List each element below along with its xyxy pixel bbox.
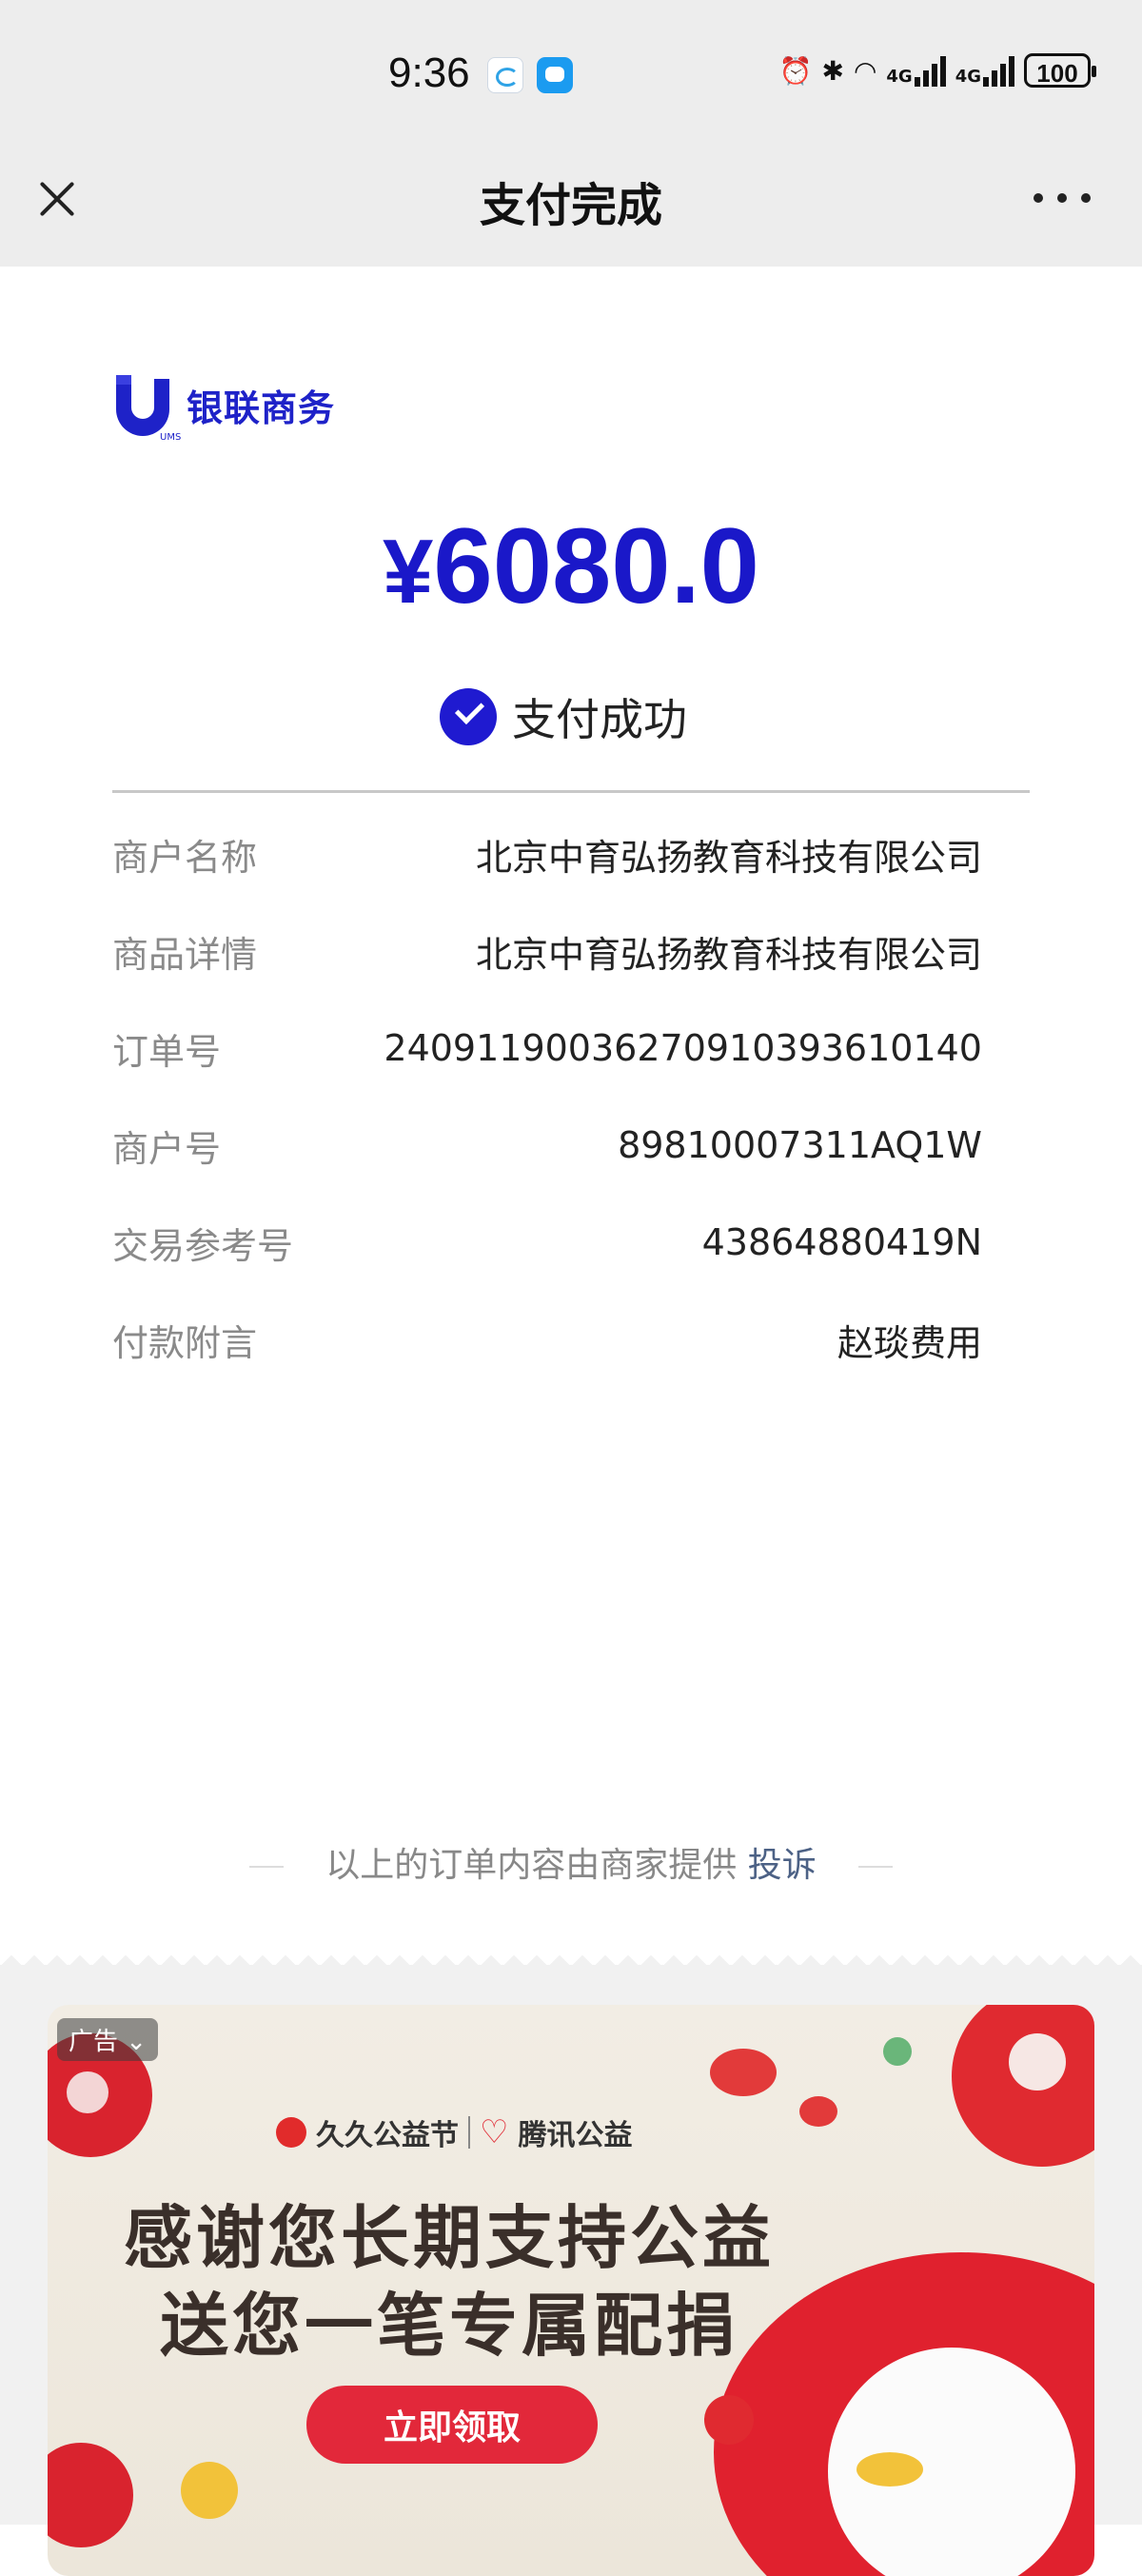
ad-brand-2: 腾讯公益: [518, 2119, 633, 2152]
merchant-logo: 银联商务 UMS: [112, 371, 336, 443]
bluetooth-icon: ✱: [821, 54, 844, 87]
status-icons: ⏰ ✱ ◠ 4G 4G 100: [778, 53, 1096, 88]
network-label-1: 4G: [886, 67, 913, 87]
detail-value: 北京中育弘扬教育科技有限公司: [475, 933, 982, 976]
payment-status-text: 支付成功: [512, 694, 687, 745]
ad-banner[interactable]: 广告 ⌄ 久久公益节 ♡ 腾讯公益 感谢您长期支持公益 送您一笔专属配捐 立即领…: [48, 2005, 1094, 2576]
status-time: 9:36: [388, 50, 470, 96]
ad-tag-label: 广告: [69, 2028, 119, 2056]
ums-logo-icon: [116, 375, 169, 436]
detail-value: 24091190036270910393610140: [384, 1027, 982, 1069]
merchant-note: 以上的订单内容由商家提供 投诉: [0, 1837, 1142, 1887]
detail-value: 43864880419N: [701, 1221, 982, 1263]
signal-icon-2: 4G: [955, 54, 1014, 87]
detail-row: 商户号 89810007311AQ1W: [112, 1097, 982, 1194]
detail-label: 交易参考号: [112, 1224, 294, 1267]
detail-value: 赵琰费用: [837, 1321, 982, 1364]
detail-row: 商户名称 北京中育弘扬教育科技有限公司: [112, 805, 982, 902]
detail-row: 商品详情 北京中育弘扬教育科技有限公司: [112, 902, 982, 1000]
complain-link[interactable]: 投诉: [748, 1846, 817, 1885]
detail-label: 付款附言: [112, 1321, 258, 1364]
ad-tag[interactable]: 广告 ⌄: [57, 2018, 159, 2061]
detail-label: 商户号: [112, 1127, 222, 1170]
page-title: 支付完成: [479, 179, 662, 232]
status-bar: 9:36 ⏰ ✱ ◠ 4G 4G 100: [0, 0, 1142, 152]
signal-icon-1: 4G: [886, 54, 946, 87]
detail-value: 北京中育弘扬教育科技有限公司: [475, 836, 982, 879]
battery-icon: 100: [1024, 53, 1096, 88]
ad-headline-1: 感谢您长期支持公益: [124, 2198, 776, 2278]
mascot-beak: [856, 2452, 923, 2487]
flower-decoration: [67, 2071, 108, 2113]
payment-amount: ¥6080.0: [0, 505, 1142, 627]
ad-brand-1: 久久公益节: [316, 2119, 459, 2152]
detail-label: 订单号: [112, 1030, 222, 1073]
petal-decoration: [710, 2049, 777, 2096]
order-details: 商户名称 北京中育弘扬教育科技有限公司 商品详情 北京中育弘扬教育科技有限公司 …: [112, 805, 982, 1388]
ad-headline-2: 送您一笔专属配捐: [160, 2286, 739, 2366]
notification-app-icon: [487, 57, 523, 93]
flower-decoration: [1009, 2033, 1066, 2091]
flower-decoration: [704, 2395, 754, 2445]
flower-icon: [276, 2117, 306, 2148]
claim-button[interactable]: 立即领取: [306, 2386, 598, 2464]
merchant-logo-text: 银联商务: [187, 386, 336, 429]
check-circle-icon: [440, 688, 497, 745]
alarm-icon: ⏰: [778, 54, 813, 87]
note-line-right: [857, 1866, 893, 1868]
detail-row: 订单号 24091190036270910393610140: [112, 1000, 982, 1097]
flower-decoration: [181, 2462, 238, 2519]
note-line-left: [249, 1866, 285, 1868]
bead-decoration: [883, 2037, 912, 2066]
amount-value: 6080.0: [433, 506, 759, 625]
merchant-note-text: 以上的订单内容由商家提供: [325, 1846, 738, 1885]
detail-label: 商户名称: [112, 836, 258, 879]
merchant-logo-subtext: UMS: [160, 432, 182, 443]
detail-row: 付款附言 赵琰费用: [112, 1291, 982, 1388]
message-app-icon: [537, 57, 573, 93]
zigzag-divider: [0, 1946, 1142, 1965]
divider: [112, 790, 1030, 793]
detail-row: 交易参考号 43864880419N: [112, 1194, 982, 1291]
detail-value: 89810007311AQ1W: [618, 1124, 982, 1166]
brand-separator: [468, 2116, 470, 2149]
detail-label: 商品详情: [112, 933, 258, 976]
heart-icon: ♡: [480, 2113, 509, 2151]
wifi-icon: ◠: [853, 54, 877, 87]
ad-brand: 久久公益节 ♡ 腾讯公益: [276, 2111, 632, 2153]
network-label-2: 4G: [955, 67, 981, 87]
payment-status: 支付成功: [440, 685, 687, 748]
petal-decoration: [799, 2096, 837, 2127]
more-options-icon[interactable]: [1034, 187, 1091, 209]
currency-symbol: ¥: [383, 521, 434, 623]
flower-decoration: [48, 2443, 133, 2547]
